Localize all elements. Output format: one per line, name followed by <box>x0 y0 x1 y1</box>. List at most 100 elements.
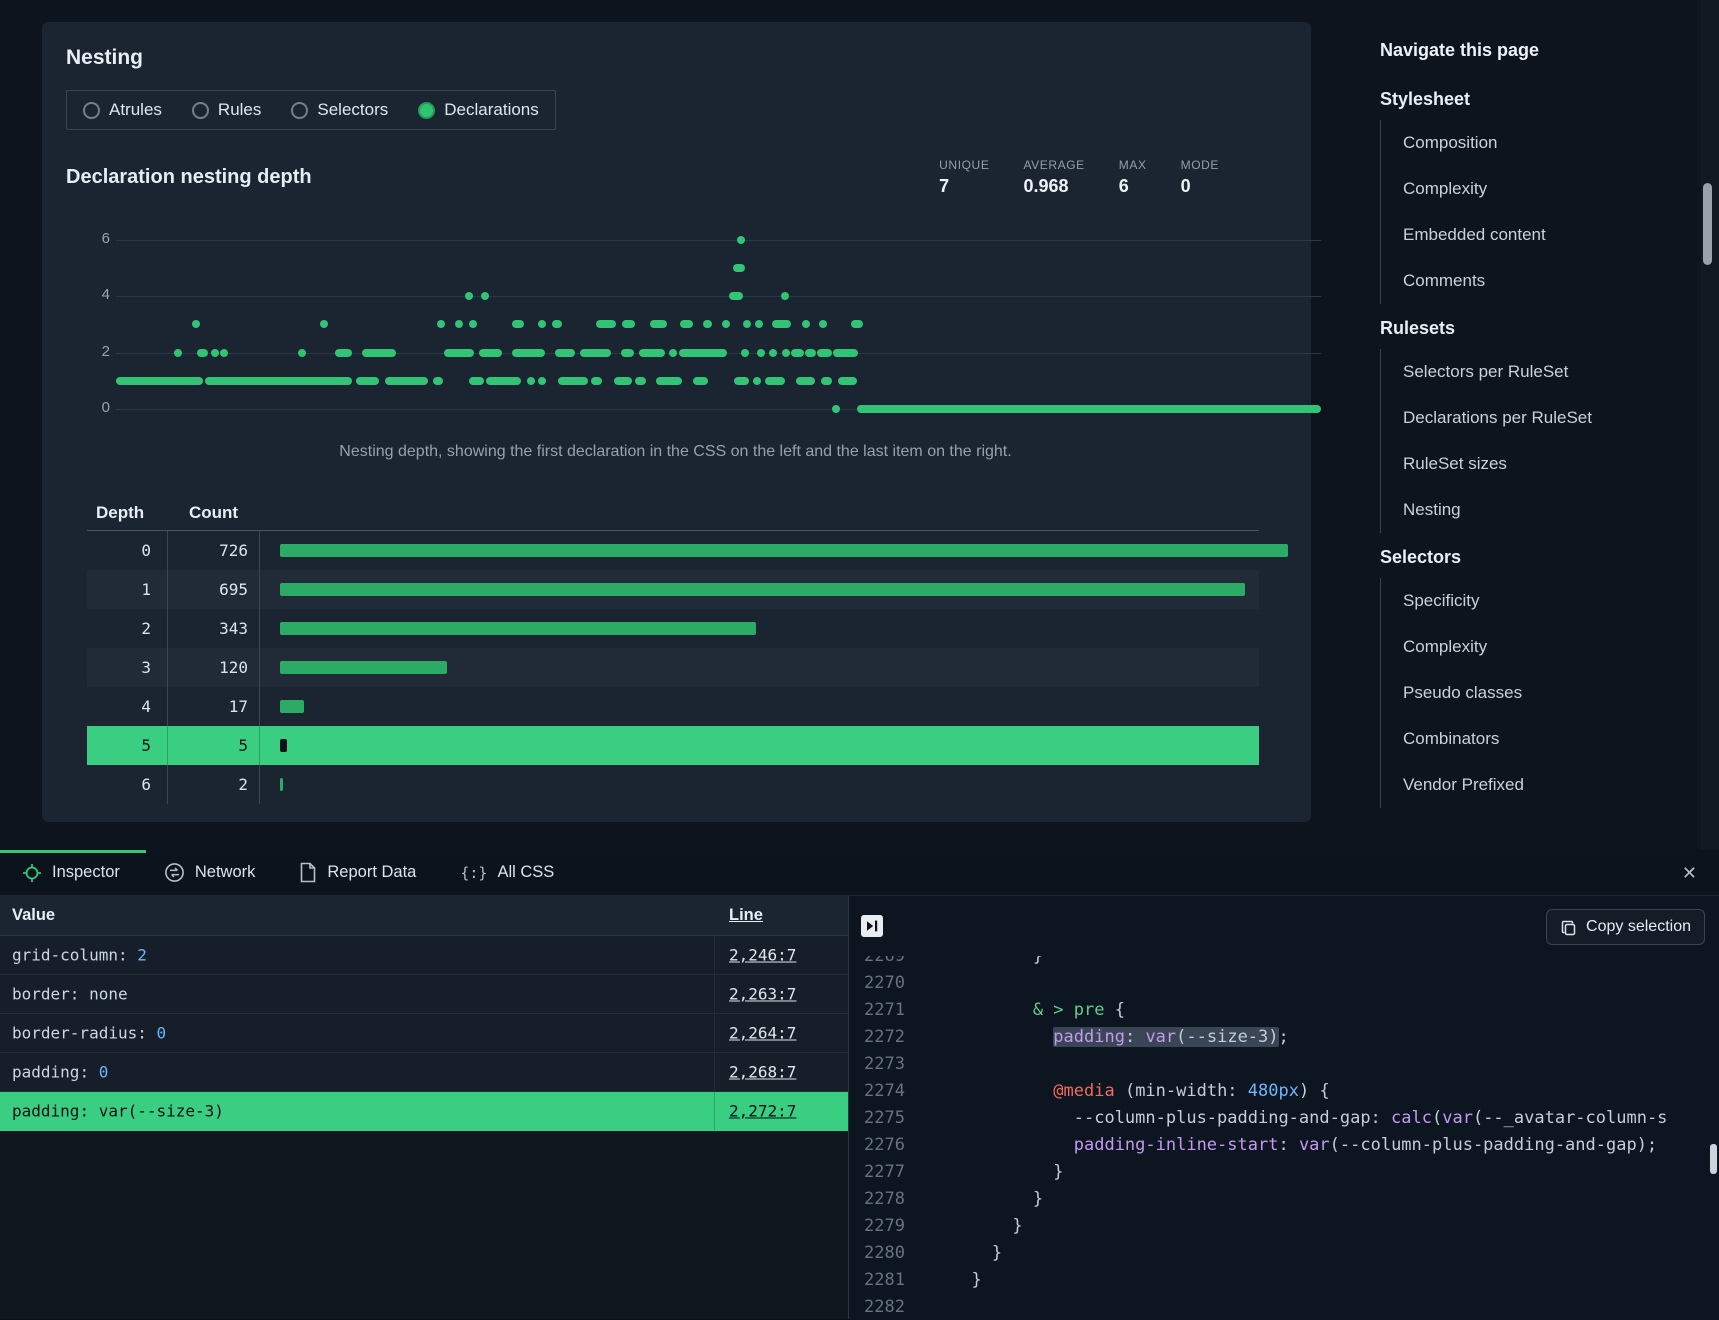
line-number: 2276 <box>849 1132 905 1159</box>
tab-label: Network <box>195 863 256 882</box>
declaration-value: padding: var(--size-3) <box>12 1102 224 1121</box>
code-token: & > pre <box>1033 1000 1105 1020</box>
y-axis-tick-label: 4 <box>90 286 110 303</box>
sidebar-item-selectors-per-ruleset[interactable]: Selectors per RuleSet <box>1381 349 1686 395</box>
page-scrollbar-thumb[interactable] <box>1703 183 1712 265</box>
count-bar-cell <box>260 531 1288 570</box>
line-link[interactable]: 2,263:7 <box>729 985 796 1004</box>
value-token: 2 <box>137 946 147 965</box>
radio-option-atrules[interactable]: Atrules <box>83 100 162 120</box>
code-line: 2270 <box>849 970 1719 997</box>
depth-table-row[interactable]: 1695 <box>87 570 1259 609</box>
count-bar-cell <box>260 609 1259 648</box>
sidebar-item-nesting[interactable]: Nesting <box>1381 487 1686 533</box>
close-icon[interactable]: ✕ <box>1682 862 1697 884</box>
depth-table-row[interactable]: 55 <box>87 726 1259 765</box>
chart-header: Declaration nesting depth UNIQUE7AVERAGE… <box>66 158 1285 197</box>
sidebar-item-complexity[interactable]: Complexity <box>1381 166 1686 212</box>
scatter-dot <box>743 320 751 328</box>
value-token: grid-column <box>12 946 118 965</box>
depth-table-row[interactable]: 0726 <box>87 531 1259 570</box>
code-token: padding-inline-start <box>1074 1135 1279 1155</box>
code-toolbar: Copy selection <box>849 896 1719 956</box>
count-bar-cell <box>260 687 1259 726</box>
radio-option-selectors[interactable]: Selectors <box>291 100 388 120</box>
scatter-dot <box>857 405 1321 413</box>
count-bar <box>280 661 447 674</box>
count-cell: 343 <box>168 609 260 648</box>
radio-option-declarations[interactable]: Declarations <box>418 100 539 120</box>
sidebar-item-pseudo-classes[interactable]: Pseudo classes <box>1381 670 1686 716</box>
sidebar-item-combinators[interactable]: Combinators <box>1381 716 1686 762</box>
scatter-dot <box>481 292 489 300</box>
line-number: 2278 <box>849 1186 905 1213</box>
code-token: } <box>1033 956 1043 966</box>
scatter-dot <box>741 349 749 357</box>
target-icon <box>22 863 42 883</box>
sidebar-item-declarations-per-ruleset[interactable]: Declarations per RuleSet <box>1381 395 1686 441</box>
line-link[interactable]: 2,272:7 <box>729 1102 796 1121</box>
count-cell: 2 <box>168 765 260 804</box>
nesting-depth-scatter-chart: 0246 <box>90 221 1267 427</box>
panel-toggle-icon[interactable] <box>861 915 883 937</box>
count-cell: 17 <box>168 687 260 726</box>
line-link[interactable]: 2,246:7 <box>729 946 796 965</box>
copy-selection-button[interactable]: Copy selection <box>1546 909 1705 945</box>
scatter-dot <box>833 349 858 357</box>
sidebar-item-ruleset-sizes[interactable]: RuleSet sizes <box>1381 441 1686 487</box>
line-number: 2279 <box>849 1213 905 1240</box>
sidebar-item-composition[interactable]: Composition <box>1381 120 1686 166</box>
line-number: 2273 <box>849 1051 905 1078</box>
stat-value: 0 <box>1181 176 1219 197</box>
line-link[interactable]: 2,264:7 <box>729 1024 796 1043</box>
line-link[interactable]: 2,268:7 <box>729 1063 796 1082</box>
radio-option-rules[interactable]: Rules <box>192 100 261 120</box>
scatter-dot <box>737 236 745 244</box>
value-table-row[interactable]: border: none2,263:7 <box>0 975 848 1014</box>
depth-table-row[interactable]: 417 <box>87 687 1259 726</box>
scatter-dot <box>757 349 765 357</box>
sidebar-item-vendor-prefixed[interactable]: Vendor Prefixed <box>1381 762 1686 808</box>
stats-row: UNIQUE7AVERAGE0.968MAX6MODE0 <box>939 158 1219 197</box>
tab-inspector[interactable]: Inspector <box>0 850 142 895</box>
stat-mode: MODE0 <box>1181 158 1219 197</box>
stat-label: MAX <box>1119 158 1147 172</box>
column-divider <box>714 1014 715 1052</box>
value-table-row[interactable]: padding: 02,268:7 <box>0 1053 848 1092</box>
scatter-dot <box>512 349 545 357</box>
value-table-row[interactable]: grid-column: 22,246:7 <box>0 936 848 975</box>
count-bar-cell <box>260 726 1259 765</box>
sidebar-item-comments[interactable]: Comments <box>1381 258 1686 304</box>
line-column-header[interactable]: Line <box>729 906 763 925</box>
depth-cell: 4 <box>87 687 168 726</box>
sidebar-list: Selectors per RuleSetDeclarations per Ru… <box>1380 349 1686 533</box>
value-token: padding <box>12 1102 79 1121</box>
column-divider <box>714 1053 715 1091</box>
code-scrollbar-thumb[interactable] <box>1710 1144 1717 1174</box>
depth-table-row[interactable]: 3120 <box>87 648 1259 687</box>
depth-table-row[interactable]: 62 <box>87 765 1259 804</box>
y-axis-tick-label: 6 <box>90 230 110 247</box>
scatter-dot <box>433 377 443 385</box>
depth-table-row[interactable]: 2343 <box>87 609 1259 648</box>
code-scroll-area[interactable]: 2269}22702271& > pre {2272padding: var(-… <box>849 956 1719 1319</box>
sidebar-section-stylesheet: Stylesheet <box>1380 75 1686 120</box>
value-token: border-radius <box>12 1024 137 1043</box>
sidebar-item-complexity[interactable]: Complexity <box>1381 624 1686 670</box>
code-line: 2280} <box>849 1240 1719 1267</box>
value-table-row[interactable]: padding: var(--size-3) 2,272:7 <box>0 1092 848 1131</box>
sidebar-item-embedded-content[interactable]: Embedded content <box>1381 212 1686 258</box>
scatter-dot <box>753 377 761 385</box>
tab-all-css[interactable]: {:}All CSS <box>438 850 576 895</box>
copy-icon <box>1560 919 1577 936</box>
tab-network[interactable]: Network <box>142 850 278 895</box>
tab-report-data[interactable]: Report Data <box>277 850 438 895</box>
value-table-row[interactable]: border-radius: 02,264:7 <box>0 1014 848 1053</box>
code-text: padding: var(--size-3); <box>951 1024 1289 1051</box>
scatter-dot <box>555 349 575 357</box>
sidebar-section-rulesets: Rulesets <box>1380 304 1686 349</box>
scatter-dot <box>832 405 840 413</box>
scatter-dot <box>851 320 863 328</box>
page-scrollbar-track[interactable] <box>1701 0 1719 850</box>
sidebar-item-specificity[interactable]: Specificity <box>1381 578 1686 624</box>
